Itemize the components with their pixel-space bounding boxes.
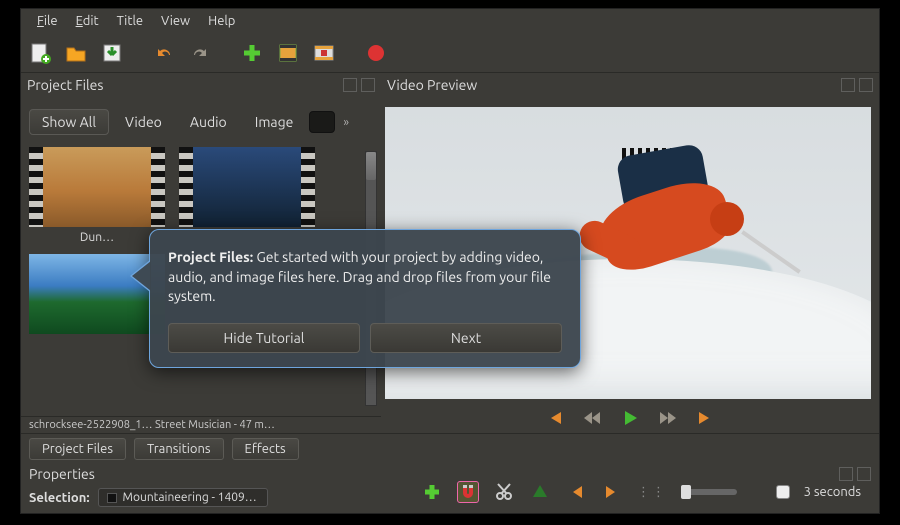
skip-end-button[interactable] xyxy=(696,408,716,428)
marker-button[interactable] xyxy=(529,481,551,503)
hide-tutorial-button[interactable]: Hide Tutorial xyxy=(168,323,360,353)
new-file-icon xyxy=(28,41,52,65)
menu-view[interactable]: View xyxy=(153,12,198,30)
tab-transitions[interactable]: Transitions xyxy=(134,438,224,460)
thumb-video-icon xyxy=(29,147,165,227)
panel-close-icon[interactable] xyxy=(859,78,873,92)
prev-marker-button[interactable] xyxy=(565,481,587,503)
selection-combo[interactable]: Mountaineering - 1409… xyxy=(98,488,268,507)
redo-button[interactable] xyxy=(185,38,215,68)
next-tutorial-button[interactable]: Next xyxy=(370,323,562,353)
app-window: File Edit Title View Help xyxy=(20,8,880,514)
playback-controls xyxy=(381,403,879,433)
redo-icon xyxy=(188,41,212,65)
preview-frame-content xyxy=(560,130,800,300)
preview-title-bar: Video Preview xyxy=(381,73,879,97)
snap-button[interactable] xyxy=(457,481,479,503)
properties-title: Properties xyxy=(29,466,95,482)
project-files-title: Project Files xyxy=(27,77,103,93)
next-marker-button[interactable] xyxy=(601,481,623,503)
add-clip-button[interactable] xyxy=(237,38,267,68)
film-cut-button[interactable] xyxy=(309,38,339,68)
filter-extra[interactable] xyxy=(309,111,335,133)
razor-button[interactable] xyxy=(493,481,515,503)
thumb-item[interactable]: Dun… xyxy=(27,147,167,244)
menubar: File Edit Title View Help xyxy=(21,9,879,33)
marker-icon xyxy=(531,483,549,501)
tab-project-files[interactable]: Project Files xyxy=(29,438,126,460)
filter-audio[interactable]: Audio xyxy=(178,110,239,134)
tutorial-heading: Project Files: xyxy=(168,249,253,265)
new-file-button[interactable] xyxy=(25,38,55,68)
filmstrip-button[interactable] xyxy=(273,38,303,68)
filter-show-all[interactable]: Show All xyxy=(29,109,109,135)
thumb-label: Dun… xyxy=(80,231,114,244)
open-file-button[interactable] xyxy=(61,38,91,68)
panel-close-icon[interactable] xyxy=(361,78,375,92)
project-filter-tabs: Show All Video Audio Image » xyxy=(21,103,381,141)
filter-image[interactable]: Image xyxy=(243,110,306,134)
grip-icon[interactable]: ⋮⋮ xyxy=(637,485,667,500)
filter-overflow-icon[interactable]: » xyxy=(339,116,349,129)
project-files-title-bar: Project Files xyxy=(21,73,381,97)
save-file-button[interactable] xyxy=(97,38,127,68)
filmstrip-icon xyxy=(277,42,299,64)
filter-video[interactable]: Video xyxy=(113,110,174,134)
undo-icon xyxy=(152,41,176,65)
preview-title: Video Preview xyxy=(387,77,477,93)
selection-label: Selection: xyxy=(29,491,90,505)
record-icon xyxy=(365,42,387,64)
rewind-button[interactable] xyxy=(582,408,602,428)
slider-knob[interactable] xyxy=(681,485,691,499)
panel-controls xyxy=(343,78,375,92)
undo-button[interactable] xyxy=(149,38,179,68)
panel-undock-icon[interactable] xyxy=(841,78,855,92)
thumb-video-icon xyxy=(179,147,315,227)
timeline-add-button[interactable] xyxy=(421,481,443,503)
combo-swatch-icon xyxy=(107,493,117,503)
panel-controls xyxy=(841,78,873,92)
zoom-slider[interactable] xyxy=(681,489,737,495)
menu-title[interactable]: Title xyxy=(109,12,151,30)
duration-label: 3 seconds xyxy=(804,485,861,499)
open-folder-icon xyxy=(64,41,88,65)
tab-effects[interactable]: Effects xyxy=(232,438,299,460)
menu-file[interactable]: File xyxy=(29,12,66,30)
forward-button[interactable] xyxy=(658,408,678,428)
film-cut-icon xyxy=(313,42,335,64)
timeline-tools: ⋮⋮ 3 seconds xyxy=(421,477,861,507)
save-icon xyxy=(100,41,124,65)
plus-icon xyxy=(241,42,263,64)
main-toolbar xyxy=(21,33,879,73)
scroll-thumb[interactable] xyxy=(366,152,376,180)
record-button[interactable] xyxy=(361,38,391,68)
menu-edit[interactable]: Edit xyxy=(68,12,107,30)
skip-start-button[interactable] xyxy=(544,408,564,428)
magnet-icon xyxy=(458,482,478,502)
play-button[interactable] xyxy=(620,408,640,428)
bottom-tabs: Project Files Transitions Effects xyxy=(21,433,879,464)
truncated-filenames: schrocksee-2522908_1… Street Musician - … xyxy=(21,416,381,433)
duration-checkbox[interactable] xyxy=(776,485,790,499)
menu-help[interactable]: Help xyxy=(200,12,243,30)
tutorial-text: Project Files: Get started with your pro… xyxy=(168,248,562,307)
selection-value: Mountaineering - 1409… xyxy=(123,491,257,504)
tutorial-popup: Project Files: Get started with your pro… xyxy=(149,229,581,368)
scissors-icon xyxy=(494,482,514,502)
panel-undock-icon[interactable] xyxy=(343,78,357,92)
